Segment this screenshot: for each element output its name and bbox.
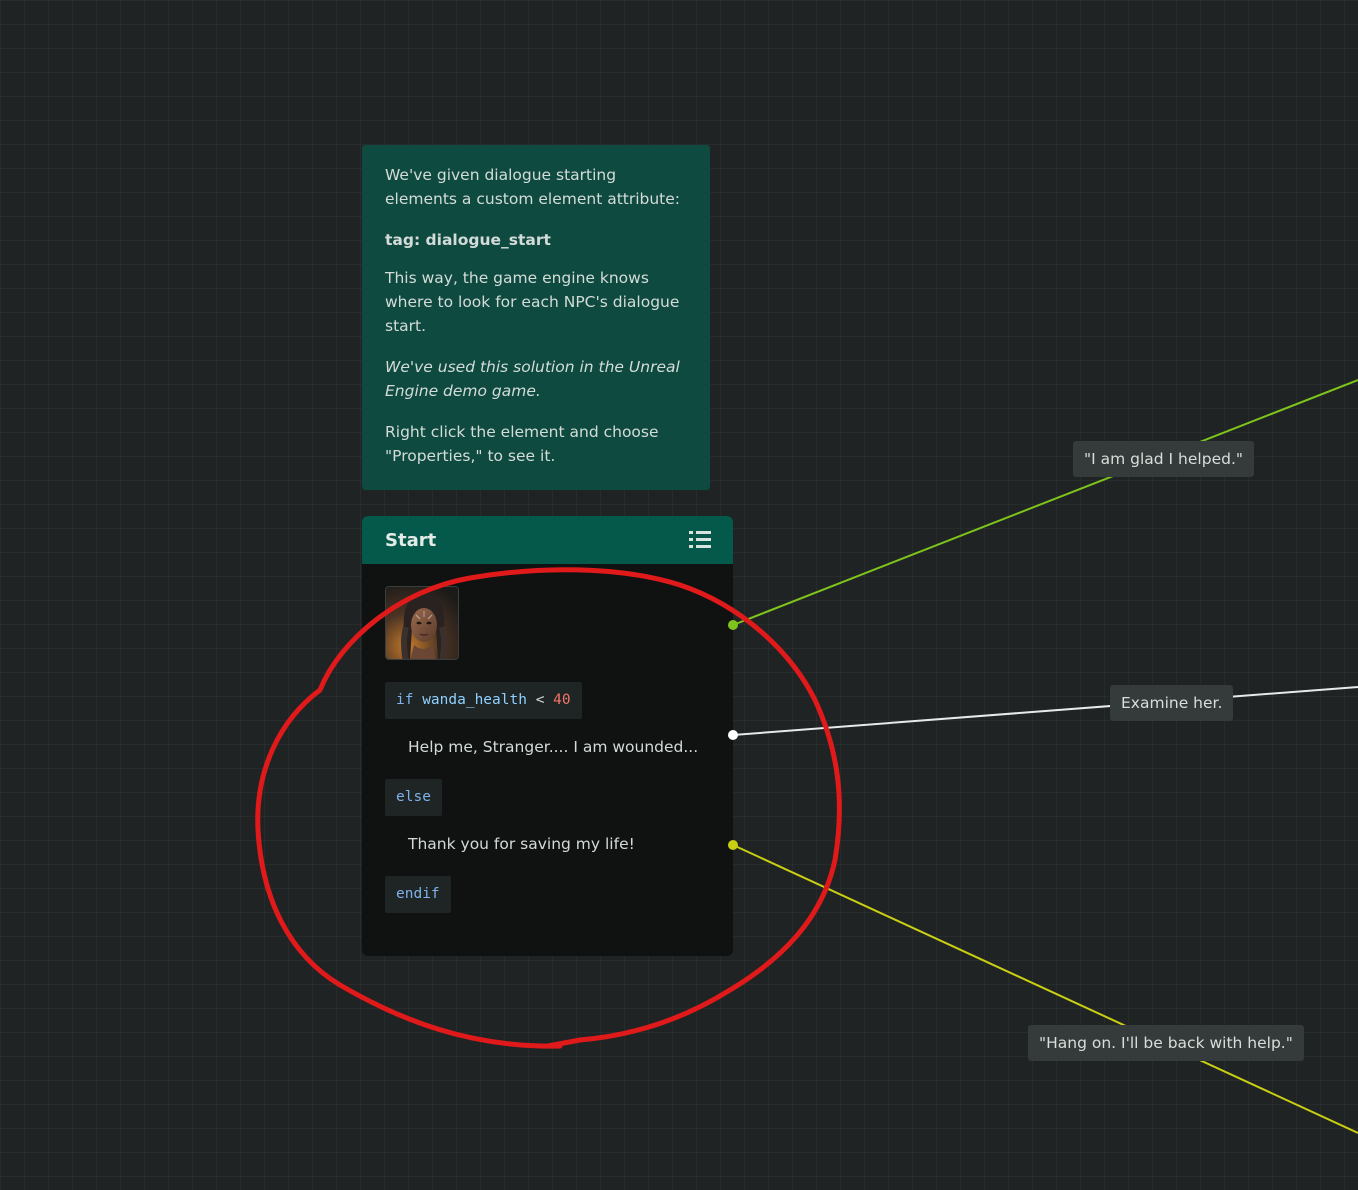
output-pin-examine[interactable] <box>728 730 738 740</box>
connection-examine[interactable] <box>732 686 1358 736</box>
dialogue-node-start[interactable]: Start if wanda_health < 40 Help me, Stra… <box>362 516 738 956</box>
connection-hang-on[interactable] <box>732 844 1358 1134</box>
condition-operator: < <box>535 692 545 708</box>
if-keyword: if <box>396 692 414 708</box>
node-header[interactable]: Start <box>362 516 733 564</box>
edge-label-hang-on[interactable]: "Hang on. I'll be back with help." <box>1028 1025 1304 1061</box>
connection-glad[interactable] <box>732 379 1358 626</box>
dialogue-line-thanks[interactable]: Thank you for saving my life! <box>408 835 635 853</box>
list-icon[interactable] <box>689 530 711 550</box>
output-pin-glad[interactable] <box>728 620 738 630</box>
npc-portrait-avatar[interactable] <box>385 586 459 660</box>
endif-chip[interactable]: endif <box>385 876 451 913</box>
condition-value: 40 <box>553 692 571 708</box>
edge-label-examine[interactable]: Examine her. <box>1110 685 1234 721</box>
edge-label-glad[interactable]: "I am glad I helped." <box>1073 441 1254 477</box>
condition-if-chip[interactable]: if wanda_health < 40 <box>385 682 582 719</box>
note-paragraph: We've used this solution in the Unreal E… <box>385 358 680 400</box>
output-pin-hang-on[interactable] <box>728 840 738 850</box>
note-tag-line: tag: dialogue_start <box>385 231 551 249</box>
dialogue-start-note[interactable]: We've given dialogue starting elements a… <box>362 145 710 490</box>
node-title: Start <box>385 529 437 551</box>
else-chip[interactable]: else <box>385 779 442 816</box>
note-paragraph: We've given dialogue starting elements a… <box>385 166 681 208</box>
else-keyword: else <box>396 789 431 805</box>
endif-keyword: endif <box>396 886 440 902</box>
dialogue-line-wounded[interactable]: Help me, Stranger.... I am wounded... <box>408 738 698 756</box>
portrait-image <box>386 587 458 659</box>
note-paragraph: Right click the element and choose "Prop… <box>385 423 659 465</box>
note-paragraph: This way, the game engine knows where to… <box>385 269 680 335</box>
condition-variable: wanda_health <box>422 692 527 708</box>
